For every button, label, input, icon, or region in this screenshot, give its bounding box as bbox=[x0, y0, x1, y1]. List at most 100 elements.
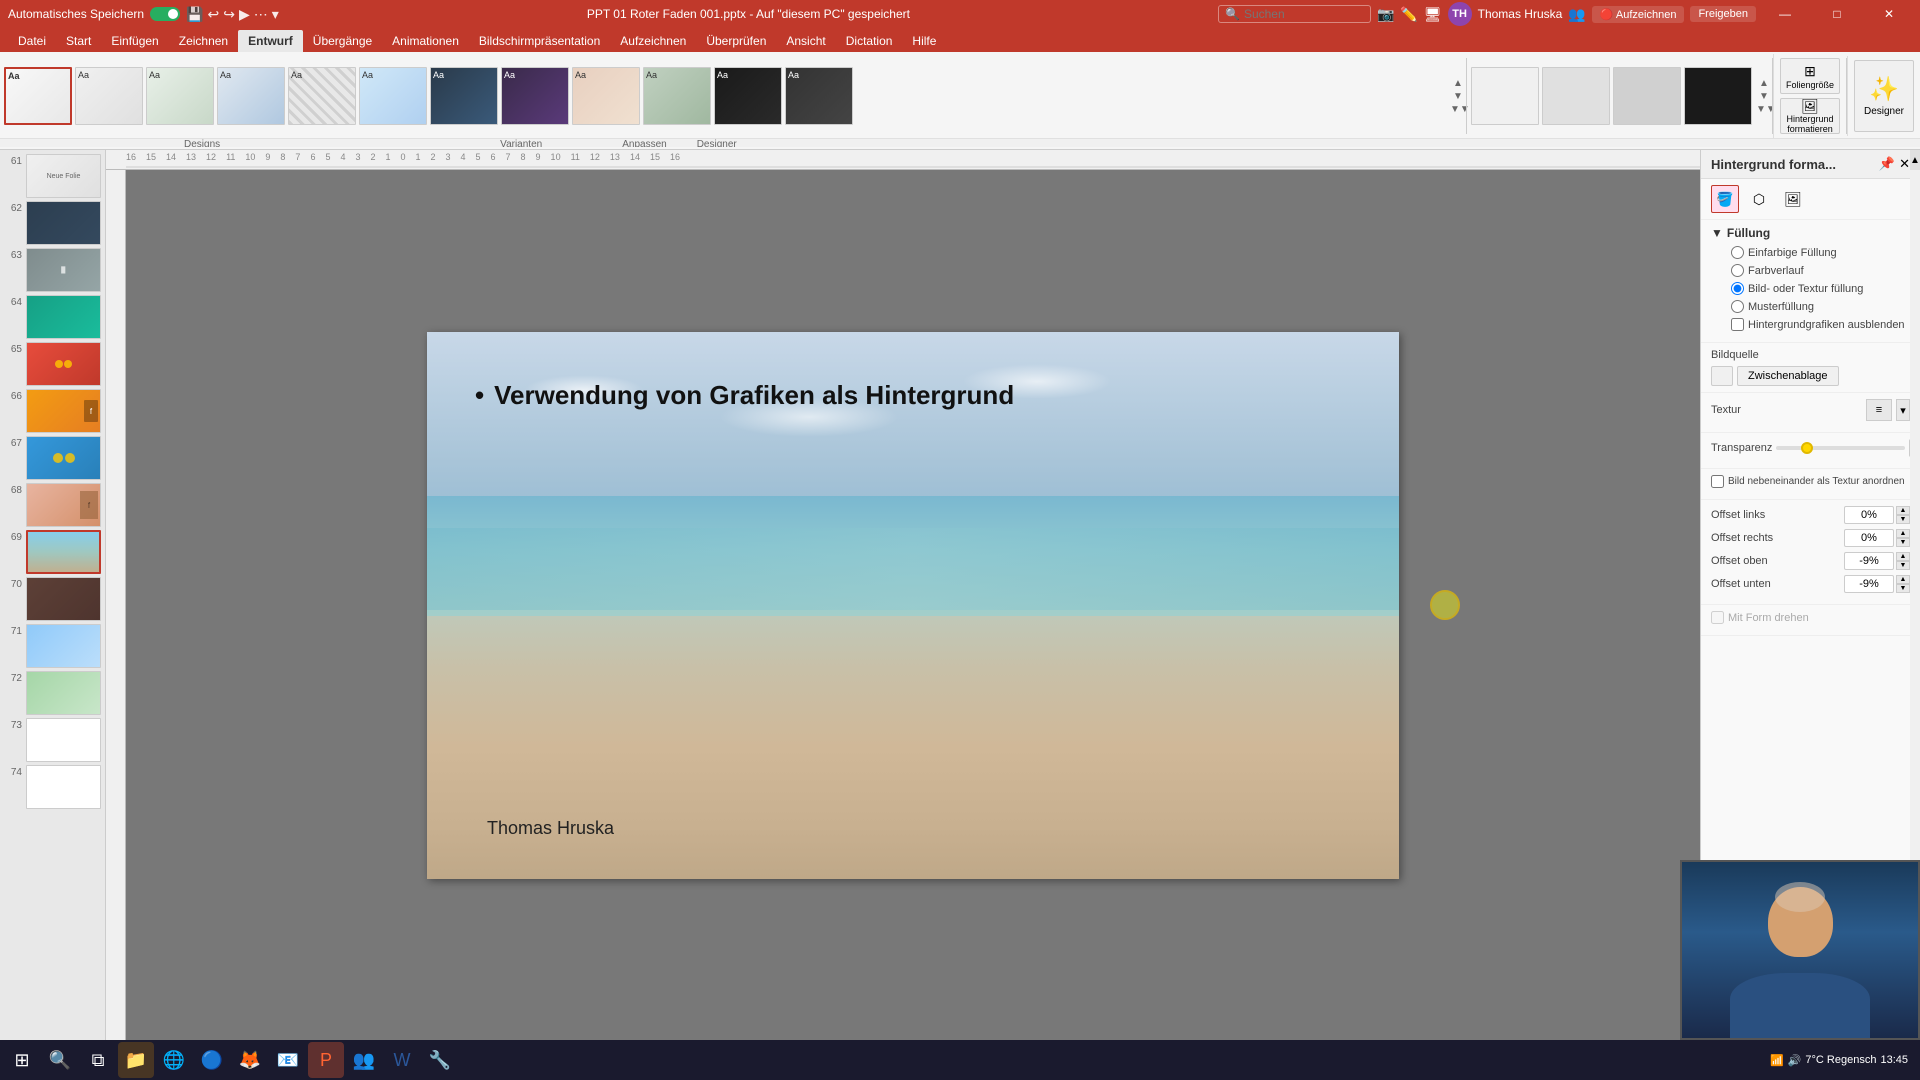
tab-einfuegen[interactable]: Einfügen bbox=[101, 30, 168, 52]
slide-thumb-70[interactable] bbox=[26, 577, 101, 621]
einfache-radio[interactable] bbox=[1731, 246, 1744, 259]
slide-thumb-61[interactable]: Neue Folie bbox=[26, 154, 101, 198]
offset-links-up[interactable]: ▲ bbox=[1896, 506, 1910, 515]
slide-thumb-72[interactable] bbox=[26, 671, 101, 715]
taskbar-misc[interactable]: 🔧 bbox=[422, 1042, 458, 1078]
maximize-button[interactable]: □ bbox=[1814, 0, 1860, 30]
slide-thumb-74[interactable] bbox=[26, 765, 101, 809]
variant-scroll-down[interactable]: ▼ bbox=[1756, 91, 1772, 102]
slide-thumb-66[interactable]: f bbox=[26, 389, 101, 433]
slide-item-64[interactable]: 64 bbox=[4, 295, 101, 339]
tab-ueberprufen[interactable]: Überprüfen bbox=[696, 30, 776, 52]
slide-thumb-71[interactable] bbox=[26, 624, 101, 668]
variant-1[interactable] bbox=[1471, 67, 1539, 125]
slide-thumb-65[interactable] bbox=[26, 342, 101, 386]
muster-radio[interactable] bbox=[1731, 300, 1744, 313]
designer-button[interactable]: ✨ Designer bbox=[1854, 60, 1914, 132]
tab-entwurf[interactable]: Entwurf bbox=[238, 30, 303, 52]
slide-thumb-68[interactable]: f bbox=[26, 483, 101, 527]
slide-item-73[interactable]: 73 bbox=[4, 718, 101, 762]
mit-form-checkbox[interactable] bbox=[1711, 611, 1724, 624]
offset-unten-value[interactable] bbox=[1844, 575, 1894, 593]
hintergrundgrafiken-checkbox[interactable] bbox=[1731, 318, 1744, 331]
offset-links-down[interactable]: ▼ bbox=[1896, 515, 1910, 524]
taskbar-chrome[interactable]: 🔵 bbox=[194, 1042, 230, 1078]
theme-7[interactable]: Aa bbox=[430, 67, 498, 125]
slide-item-68[interactable]: 68 f bbox=[4, 483, 101, 527]
textur-dropdown[interactable]: ▾ bbox=[1896, 399, 1910, 421]
save-icon[interactable]: 💾 bbox=[186, 6, 203, 23]
dropdown-icon[interactable]: ▾ bbox=[272, 6, 279, 23]
zwischenablage-button[interactable]: Zwischenablage bbox=[1737, 366, 1839, 386]
farbverlauf-radio[interactable] bbox=[1731, 264, 1744, 277]
rp-fill-icon[interactable]: 🪣 bbox=[1711, 185, 1739, 213]
scroll-down-icon[interactable]: ▼ bbox=[1450, 91, 1466, 102]
tab-datei[interactable]: Datei bbox=[8, 30, 56, 52]
offset-unten-down[interactable]: ▼ bbox=[1896, 584, 1910, 593]
foliengroesse-button[interactable]: ⊞ Foliengröße bbox=[1780, 58, 1840, 94]
theme-2[interactable]: Aa bbox=[75, 67, 143, 125]
variant-2[interactable] bbox=[1542, 67, 1610, 125]
theme-1[interactable]: Aa bbox=[4, 67, 72, 125]
theme-12[interactable]: Aa bbox=[785, 67, 853, 125]
slide-item-71[interactable]: 71 bbox=[4, 624, 101, 668]
designs-scroll[interactable]: ▲ ▼ ▼▼ bbox=[1450, 78, 1466, 115]
offset-oben-down[interactable]: ▼ bbox=[1896, 561, 1910, 570]
redo-icon[interactable]: ↪ bbox=[223, 6, 235, 23]
slide-item-63[interactable]: 63 ▉ bbox=[4, 248, 101, 292]
variants-scroll[interactable]: ▲ ▼ ▼▼ bbox=[1756, 78, 1772, 115]
slide-thumb-69[interactable] bbox=[26, 530, 101, 574]
slide-item-65[interactable]: 65 bbox=[4, 342, 101, 386]
slide-item-69[interactable]: 69 bbox=[4, 530, 101, 574]
tab-zeichnen[interactable]: Zeichnen bbox=[169, 30, 238, 52]
slide-item-70[interactable]: 70 bbox=[4, 577, 101, 621]
slide-item-72[interactable]: 72 bbox=[4, 671, 101, 715]
theme-8[interactable]: Aa bbox=[501, 67, 569, 125]
slide-item-62[interactable]: 62 bbox=[4, 201, 101, 245]
autosave-toggle[interactable] bbox=[150, 7, 180, 21]
collab-icon[interactable]: 👥 bbox=[1568, 6, 1585, 23]
rp-image-icon[interactable]: 🖼 bbox=[1779, 185, 1807, 213]
slide-canvas-wrapper[interactable]: • Verwendung von Grafiken als Hintergrun… bbox=[126, 170, 1700, 1040]
present-icon[interactable]: ▶ bbox=[239, 6, 250, 23]
slide-item-74[interactable]: 74 bbox=[4, 765, 101, 809]
task-view-btn[interactable]: ⧉ bbox=[80, 1042, 116, 1078]
rp-pin-icon[interactable]: 📌 bbox=[1879, 156, 1895, 172]
theme-5[interactable]: Aa bbox=[288, 67, 356, 125]
theme-6[interactable]: Aa bbox=[359, 67, 427, 125]
theme-4[interactable]: Aa bbox=[217, 67, 285, 125]
slide-item-67[interactable]: 67 bbox=[4, 436, 101, 480]
tab-bildschirmpraesenation[interactable]: Bildschirmpräsentation bbox=[469, 30, 610, 52]
hintergrund-button[interactable]: 🖼 Hintergrundformatieren bbox=[1780, 98, 1840, 134]
camera-icon[interactable]: 📷 bbox=[1377, 6, 1394, 23]
bild-textur-radio[interactable] bbox=[1731, 282, 1744, 295]
rp-effects-icon[interactable]: ⬡ bbox=[1745, 185, 1773, 213]
taskbar-word[interactable]: W bbox=[384, 1042, 420, 1078]
scroll-more-icon[interactable]: ▼▼ bbox=[1450, 104, 1466, 115]
aufzeichnen-button[interactable]: 🔴 Aufzeichnen bbox=[1592, 6, 1685, 23]
offset-oben-up[interactable]: ▲ bbox=[1896, 552, 1910, 561]
tab-uebergaenge[interactable]: Übergänge bbox=[303, 30, 382, 52]
offset-rechts-up[interactable]: ▲ bbox=[1896, 529, 1910, 538]
start-button[interactable]: ⊞ bbox=[4, 1042, 40, 1078]
slide-thumb-62[interactable] bbox=[26, 201, 101, 245]
tab-dictation[interactable]: Dictation bbox=[836, 30, 903, 52]
textur-btn[interactable]: ≡ bbox=[1866, 399, 1892, 421]
taskbar-firefox[interactable]: 🦊 bbox=[232, 1042, 268, 1078]
variant-scroll-more[interactable]: ▼▼ bbox=[1756, 104, 1772, 115]
variant-scroll-up[interactable]: ▲ bbox=[1756, 78, 1772, 89]
taskbar-powerpoint[interactable]: P bbox=[308, 1042, 344, 1078]
taskbar-explorer[interactable]: 📁 bbox=[118, 1042, 154, 1078]
bild-nebeneinander-checkbox[interactable] bbox=[1711, 475, 1724, 488]
freigeben-button[interactable]: Freigeben bbox=[1690, 6, 1756, 22]
slide-thumb-67[interactable] bbox=[26, 436, 101, 480]
close-button[interactable]: ✕ bbox=[1866, 0, 1912, 30]
search-input[interactable] bbox=[1244, 7, 1364, 21]
tab-start[interactable]: Start bbox=[56, 30, 101, 52]
slide-thumb-63[interactable]: ▉ bbox=[26, 248, 101, 292]
rp-close-icon[interactable]: ✕ bbox=[1899, 156, 1910, 172]
slide-item-66[interactable]: 66 f bbox=[4, 389, 101, 433]
search-taskbar-btn[interactable]: 🔍 bbox=[42, 1042, 78, 1078]
tab-hilfe[interactable]: Hilfe bbox=[902, 30, 946, 52]
taskbar-outlook[interactable]: 📧 bbox=[270, 1042, 306, 1078]
